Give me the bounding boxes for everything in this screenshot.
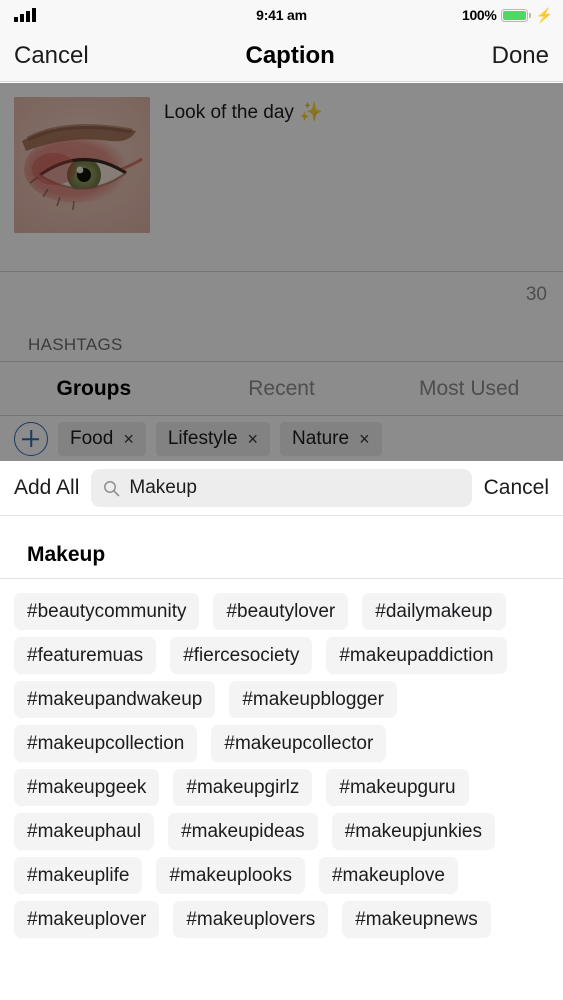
character-counter-row: 30 — [0, 271, 563, 317]
hashtag-chip[interactable]: #makeupgeek — [14, 769, 160, 806]
hashtag-results-list: #beautycommunity #beautylover #dailymake… — [0, 579, 563, 938]
search-input-value: Makeup — [129, 477, 197, 498]
tab-groups[interactable]: Groups — [0, 377, 188, 401]
cancel-button[interactable]: Cancel — [14, 42, 89, 70]
hashtags-section-header: HASHTAGS — [0, 317, 563, 361]
tab-recent[interactable]: Recent — [188, 377, 376, 401]
status-right-cluster: 100% ⚡ — [462, 7, 553, 23]
group-chip-label: Food — [70, 428, 114, 449]
hashtag-chip[interactable]: #beautycommunity — [14, 593, 200, 630]
hashtag-chip[interactable]: #makeupcollector — [211, 725, 387, 762]
search-input[interactable]: Makeup — [91, 469, 472, 507]
add-all-button[interactable]: Add All — [14, 476, 79, 500]
close-icon[interactable]: × — [123, 430, 134, 448]
character-counter: 30 — [525, 283, 547, 305]
group-chip-label: Lifestyle — [167, 428, 238, 449]
search-icon — [104, 480, 120, 496]
hashtag-row: #beautycommunity #beautylover #dailymake… — [14, 593, 549, 630]
lightning-bolt-icon: ⚡ — [535, 7, 553, 23]
hashtag-chip[interactable]: #makeupandwakeup — [14, 681, 216, 718]
hashtag-chip[interactable]: #makeuphaul — [14, 813, 155, 850]
hashtag-tab-bar: Groups Recent Most Used — [0, 361, 563, 416]
close-icon[interactable]: × — [359, 430, 370, 448]
result-group-heading: Makeup — [0, 516, 563, 578]
hashtag-chip[interactable]: #makeuplove — [318, 857, 459, 894]
group-chips-row: Food × Lifestyle × Nature × — [0, 416, 563, 461]
hashtag-row: #makeupgeek #makeupgirlz #makeupguru — [14, 769, 549, 806]
caption-row: Look of the day ✨ — [0, 83, 563, 271]
hashtag-chip[interactable]: #makeupjunkies — [331, 813, 495, 850]
hashtag-chip[interactable]: #makeupideas — [168, 813, 318, 850]
hashtag-chip[interactable]: #makeuplover — [14, 901, 160, 938]
hashtag-chip[interactable]: #dailymakeup — [362, 593, 506, 630]
hashtag-row: #makeupcollection #makeupcollector — [14, 725, 549, 762]
hashtag-chip[interactable]: #makeupguru — [326, 769, 469, 806]
status-bar: 9:41 am 100% ⚡ — [0, 0, 563, 30]
hashtag-chip[interactable]: #makeupaddiction — [326, 637, 507, 674]
hashtag-chip[interactable]: #featuremuas — [14, 637, 157, 674]
group-chip-label: Nature — [292, 428, 350, 449]
plus-circle-icon[interactable] — [14, 422, 48, 456]
hashtag-chip[interactable]: #makeuplooks — [156, 857, 305, 894]
hashtag-chip[interactable]: #makeupblogger — [229, 681, 397, 718]
result-group-heading-label: Makeup — [27, 543, 106, 566]
hashtag-chip[interactable]: #makeuplovers — [173, 901, 329, 938]
sheet-cancel-button[interactable]: Cancel — [484, 476, 549, 500]
caption-editor-background: Look of the day ✨ 30 HASHTAGS Groups Rec… — [0, 83, 563, 461]
caption-value: Look of the day — [164, 102, 300, 123]
hashtags-section-label: HASHTAGS — [28, 335, 123, 354]
hashtag-chip[interactable]: #makeupcollection — [14, 725, 198, 762]
hashtag-chip[interactable]: #makeupgirlz — [173, 769, 313, 806]
hashtag-row: #makeuphaul #makeupideas #makeupjunkies — [14, 813, 549, 850]
group-chip-food[interactable]: Food × — [58, 422, 146, 456]
group-chip-nature[interactable]: Nature × — [280, 422, 382, 456]
eye-makeup-photo — [14, 97, 150, 233]
hashtag-row: #makeuplover #makeuplovers #makeupnews — [14, 901, 549, 938]
hashtag-row: #featuremuas #fiercesociety #makeupaddic… — [14, 637, 549, 674]
hashtag-chip[interactable]: #fiercesociety — [170, 637, 313, 674]
page-title: Caption — [245, 41, 335, 69]
hashtag-chip[interactable]: #beautylover — [213, 593, 349, 630]
post-thumbnail[interactable] — [14, 97, 150, 233]
hashtag-search-sheet: Add All Makeup Cancel Makeup #beautycomm… — [0, 461, 563, 1000]
caption-text[interactable]: Look of the day ✨ — [164, 97, 323, 271]
done-button[interactable]: Done — [492, 42, 549, 70]
tab-most-used[interactable]: Most Used — [375, 377, 563, 401]
battery-full-icon — [500, 8, 531, 22]
app-screen: 9:41 am 100% ⚡ Cancel Caption Done Look … — [0, 0, 563, 1000]
close-icon[interactable]: × — [248, 430, 259, 448]
hashtag-row: #makeupandwakeup #makeupblogger — [14, 681, 549, 718]
group-chip-lifestyle[interactable]: Lifestyle × — [155, 422, 271, 456]
battery-percent-label: 100% — [461, 7, 497, 23]
hashtag-row: #makeuplife #makeuplooks #makeuplove — [14, 857, 549, 894]
hashtag-chip[interactable]: #makeupnews — [342, 901, 491, 938]
sparkles-icon: ✨ — [299, 102, 323, 123]
sheet-toolbar: Add All Makeup Cancel — [0, 461, 563, 516]
navigation-bar: Cancel Caption Done — [0, 30, 563, 82]
hashtag-chip[interactable]: #makeuplife — [14, 857, 143, 894]
